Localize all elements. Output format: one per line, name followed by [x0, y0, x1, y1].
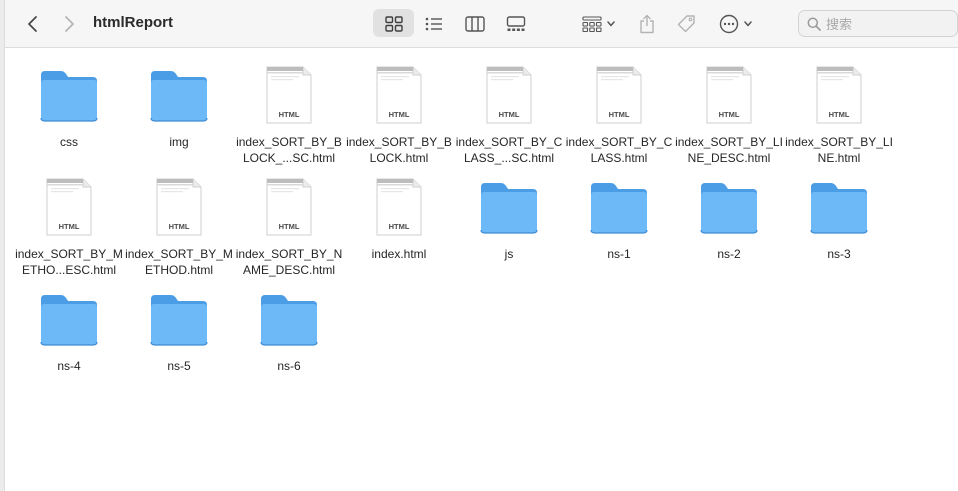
file-name-label: css: [60, 135, 78, 149]
html-document-icon: HTML: [369, 65, 429, 125]
folder-icon: [149, 65, 209, 125]
file-type-badge: HTML: [499, 110, 520, 119]
folder-item[interactable]: ns-1: [564, 161, 674, 273]
file-name-label: ns-5: [167, 359, 191, 373]
ellipsis-circle-icon: [719, 14, 739, 34]
file-type-badge: HTML: [389, 110, 410, 119]
folder-item[interactable]: ns-2: [674, 161, 784, 273]
folder-icon: [149, 289, 209, 349]
html-document-icon: HTML: [479, 65, 539, 125]
file-type-badge: HTML: [389, 222, 410, 231]
share-button[interactable]: [635, 0, 659, 48]
folder-icon: [699, 177, 759, 237]
html-file-item[interactable]: HTML index_SORT_BY_NAME_DESC.html: [234, 161, 344, 277]
file-name-label: index.html: [371, 247, 427, 261]
html-document-icon: HTML: [809, 65, 869, 125]
folder-icon: [809, 177, 869, 237]
folder-icon: [39, 65, 99, 125]
file-type-badge: HTML: [829, 110, 850, 119]
html-file-item[interactable]: HTML index_SORT_BY_METHOD.html: [124, 161, 234, 277]
chevron-down-icon: [607, 21, 615, 27]
chevron-right-icon: [65, 16, 74, 32]
file-name-label: ns-4: [57, 359, 81, 373]
folder-item[interactable]: ns-3: [784, 161, 894, 273]
chevron-down-icon: [744, 21, 752, 27]
search-field[interactable]: 搜索: [798, 10, 958, 37]
share-icon: [640, 14, 654, 34]
gallery-view-button[interactable]: [502, 0, 530, 48]
folder-icon: [589, 177, 649, 237]
html-document-icon: HTML: [259, 177, 319, 237]
back-button[interactable]: [21, 0, 45, 48]
chevron-left-icon: [28, 16, 37, 32]
html-file-item[interactable]: HTML index_SORT_BY_METHO...ESC.html: [14, 161, 124, 277]
file-name-label: ns-1: [607, 247, 631, 261]
folder-icon: [479, 177, 539, 237]
html-file-item[interactable]: HTML index_SORT_BY_CLASS.html: [564, 49, 674, 165]
html-file-item[interactable]: HTML index_SORT_BY_BLOCK.html: [344, 49, 454, 165]
html-file-item[interactable]: HTML index.html: [344, 161, 454, 273]
html-file-item[interactable]: HTML index_SORT_BY_CLASS_...SC.html: [454, 49, 564, 165]
file-type-badge: HTML: [59, 222, 80, 231]
html-document-icon: HTML: [259, 65, 319, 125]
html-document-icon: HTML: [39, 177, 99, 237]
file-type-badge: HTML: [279, 110, 300, 119]
list-view-icon: [425, 17, 442, 31]
html-file-item[interactable]: HTML index_SORT_BY_LINE.html: [784, 49, 894, 165]
file-grid: css img HTML index_SORT_BY_BLOCK_...SC.html…: [5, 49, 958, 491]
more-actions-button[interactable]: [715, 0, 757, 48]
file-name-label: js: [504, 247, 514, 261]
file-name-label: ns-2: [717, 247, 741, 261]
icon-view-button[interactable]: [373, 0, 414, 48]
html-file-item[interactable]: HTML index_SORT_BY_LINE_DESC.html: [674, 49, 784, 165]
gallery-view-icon: [506, 16, 526, 31]
html-file-item[interactable]: HTML index_SORT_BY_BLOCK_...SC.html: [234, 49, 344, 165]
grid-view-icon: [384, 16, 403, 32]
file-name-label: img: [169, 135, 189, 149]
column-view-icon: [465, 16, 485, 32]
column-view-button[interactable]: [461, 0, 489, 48]
forward-button[interactable]: [57, 0, 81, 48]
group-button[interactable]: [579, 0, 619, 48]
file-type-badge: HTML: [279, 222, 300, 231]
search-icon: [807, 17, 821, 31]
file-type-badge: HTML: [719, 110, 740, 119]
list-view-button[interactable]: [421, 0, 447, 48]
folder-item[interactable]: ns-6: [234, 273, 344, 385]
html-document-icon: HTML: [589, 65, 649, 125]
folder-icon: [259, 289, 319, 349]
folder-item[interactable]: ns-4: [14, 273, 124, 385]
toolbar: htmlReport 搜索: [5, 0, 958, 48]
group-grid-icon: [582, 16, 602, 32]
html-document-icon: HTML: [369, 177, 429, 237]
folder-item[interactable]: ns-5: [124, 273, 234, 385]
folder-item[interactable]: css: [14, 49, 124, 161]
file-name-label: ns-6: [277, 359, 301, 373]
finder-window: htmlReport 搜索 css img HTML index_SORT_BY…: [0, 0, 958, 491]
window-title: htmlReport: [93, 14, 173, 31]
search-placeholder: 搜索: [826, 18, 853, 33]
folder-icon: [39, 289, 99, 349]
html-document-icon: HTML: [699, 65, 759, 125]
tag-icon: [677, 15, 695, 33]
tag-button[interactable]: [674, 0, 698, 48]
file-type-badge: HTML: [169, 222, 190, 231]
html-document-icon: HTML: [149, 177, 209, 237]
file-type-badge: HTML: [609, 110, 630, 119]
folder-item[interactable]: js: [454, 161, 564, 273]
file-name-label: ns-3: [827, 247, 851, 261]
folder-item[interactable]: img: [124, 49, 234, 161]
